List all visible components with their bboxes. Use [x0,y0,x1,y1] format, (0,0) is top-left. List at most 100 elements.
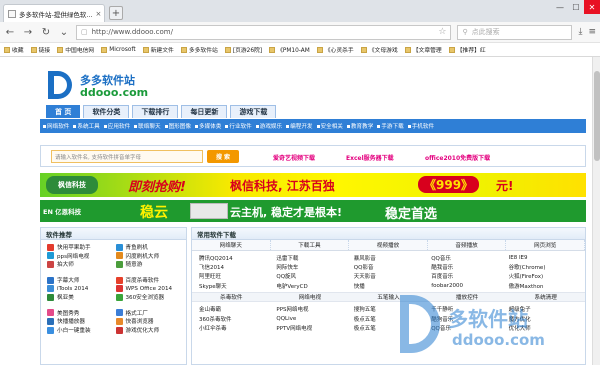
bookmark-item[interactable]: 多多软件站 [180,45,218,54]
category-header[interactable]: 下载工具 [270,240,350,250]
address-bar[interactable]: ▢ http://www.ddooo.com/ ☆ [76,24,452,40]
software-link[interactable]: QQ音乐 [427,253,504,262]
category-header[interactable]: 音频播放 [427,240,507,250]
software-link[interactable]: 腾讯QQ2014 [195,253,272,262]
sub-nav-link[interactable]: 应用软件 [104,122,130,130]
software-list-item[interactable]: 快喜浏览器 [115,317,181,326]
software-list-item[interactable]: 拍大师 [47,260,112,269]
software-link[interactable]: QQLive [272,314,349,323]
software-list-item[interactable]: iTools 2014 [47,284,112,293]
bookmark-item[interactable]: 【文章管理 [404,45,442,54]
bookmark-item[interactable]: 链接 [30,45,50,54]
sub-nav-link[interactable]: 网络软件 [43,122,69,130]
software-list-item[interactable]: 闪度刷机大师 [115,252,181,261]
site-search-button[interactable]: 搜 索 [207,150,239,163]
software-link[interactable]: 天天影音 [350,272,427,281]
category-header[interactable]: 视频播放 [349,240,428,250]
sub-nav-link[interactable]: 多媒体类 [195,122,221,130]
category-header[interactable]: 网页浏览 [506,240,585,250]
hot-link-3[interactable]: office2010免费版下载 [425,153,490,162]
sub-nav-link[interactable]: 系统工具 [73,122,99,130]
software-list-item[interactable]: 小白一键重装 [47,326,112,335]
software-list-item[interactable]: 360安全浏览器 [115,293,181,302]
main-nav-tab[interactable]: 下载排行 [132,105,179,118]
software-list-item[interactable]: 百度杀毒软件 [115,276,181,285]
software-link[interactable]: 阿里旺旺 [195,272,272,281]
bookmark-item[interactable]: [页游26院] [224,45,262,54]
vertical-scrollbar[interactable] [592,57,600,365]
close-window-button[interactable]: ✕ [584,0,600,14]
software-link[interactable]: QQ旋风 [272,272,349,281]
browser-search-box[interactable]: ⚲ 点此搜索 [457,24,573,40]
bookmark-item[interactable]: 《文母游戏 [360,45,398,54]
ad-banner-fengxin[interactable]: 枫信科技 即刻抢购! 枫信科技, 江苏百独 《999》 元! [40,173,586,197]
software-list-item[interactable]: 青鱼刷机 [115,243,181,252]
software-link[interactable]: QQ影音 [350,262,427,271]
main-nav-tab[interactable]: 游戏下载 [230,105,277,118]
menu-icon[interactable]: ≡ [588,27,596,37]
hot-link-1[interactable]: 爱奇艺视频下载 [273,153,315,162]
maximize-button[interactable]: ☐ [568,0,584,14]
software-link[interactable]: 电驴VeryCD [272,281,349,290]
software-link[interactable]: IE8 IE9 [505,253,582,262]
download-icon[interactable]: ⤓ [578,27,582,37]
software-link[interactable]: 暴风影音 [350,253,427,262]
software-link[interactable]: 小红伞杀毒 [195,323,272,332]
tab-close-icon[interactable]: × [96,10,102,18]
category-header[interactable]: 网络聊天 [192,240,271,250]
site-search-input[interactable]: 请输入软件名, 支持软件拼音单字母 [51,150,203,163]
software-link[interactable]: 百度音乐 [427,272,504,281]
software-link[interactable]: Skype聊天 [195,281,272,290]
bookmark-item[interactable]: 收藏 [4,45,24,54]
software-link[interactable]: 金山毒霸 [195,305,272,314]
software-link[interactable]: PPS网络电视 [272,305,349,314]
sub-nav-link[interactable]: 图形图像 [165,122,191,130]
scrollbar-thumb[interactable] [594,71,600,161]
main-nav-tab[interactable]: 软件分类 [83,105,130,118]
software-list-item[interactable]: WPS Office 2014 [115,284,181,293]
main-nav-tab[interactable]: 每日更新 [181,105,228,118]
bookmark-item[interactable]: 中国电信网 [57,45,94,54]
bookmark-item[interactable]: 《PM10-AM [269,45,310,54]
hot-link-2[interactable]: Excel服务器下载 [346,153,394,162]
software-list-item[interactable]: 字幕大师 [47,276,112,285]
bookmark-item[interactable]: 【推荐】红 [448,45,486,54]
category-header[interactable]: 杀毒软件 [192,293,271,301]
software-list-item[interactable]: 游戏优化大师 [115,326,181,335]
site-logo[interactable]: 多多软件站 ddooo.com [48,71,178,99]
category-header[interactable]: 网络电视 [271,293,350,301]
sub-nav-link[interactable]: 手游下载 [377,122,403,130]
software-link[interactable]: 傲游Maxthon [505,281,582,290]
software-list-item[interactable]: 美图秀秀 [47,309,112,318]
bookmark-item[interactable]: Microsoft [101,46,136,53]
sub-nav-link[interactable]: 安全相关 [317,122,343,130]
minimize-button[interactable]: — [552,0,568,14]
sub-nav-link[interactable]: 教育教学 [347,122,373,130]
software-list-item[interactable]: 快播播放器 [47,317,112,326]
new-tab-button[interactable]: + [109,6,123,20]
main-nav-tab[interactable]: 首 页 [46,105,81,118]
software-link[interactable]: 快播 [350,281,427,290]
sub-nav-link[interactable]: 手机软件 [408,122,434,130]
software-link[interactable]: 火狐(FireFox) [505,272,582,281]
reload-icon[interactable]: ↻ [40,27,52,38]
software-link[interactable]: 酷我音乐 [427,262,504,271]
software-link[interactable]: 迅雷下载 [272,253,349,262]
dropdown-icon[interactable]: ⌄ [58,27,70,38]
ad-banner-enkj[interactable]: EN 亿恩科技 稳云 云主机, 稳定才是根本! 稳定首选 [40,200,586,222]
software-list-item[interactable]: 随意游 [115,260,181,269]
software-link[interactable]: foobar2000 [427,281,504,290]
browser-tab[interactable]: 多多软件站-提供绿色软... × [3,4,105,22]
sub-nav-link[interactable]: 联络聊天 [134,122,160,130]
bookmark-star-icon[interactable]: ☆ [438,27,446,37]
software-link[interactable]: 谷歌(Chrome) [505,262,582,271]
sub-nav-link[interactable]: 游戏娱乐 [256,122,282,130]
software-link[interactable]: 网际快车 [272,262,349,271]
back-arrow-icon[interactable]: ← [4,27,16,38]
bookmark-item[interactable]: 新建文件 [142,45,174,54]
sub-nav-link[interactable]: 行业软件 [225,122,251,130]
bookmark-item[interactable]: 《心灵杀手 [316,45,354,54]
software-link[interactable]: 360杀毒软件 [195,314,272,323]
software-list-item[interactable]: pps网络电视 [47,252,112,261]
sub-nav-link[interactable]: 编程开发 [286,122,312,130]
